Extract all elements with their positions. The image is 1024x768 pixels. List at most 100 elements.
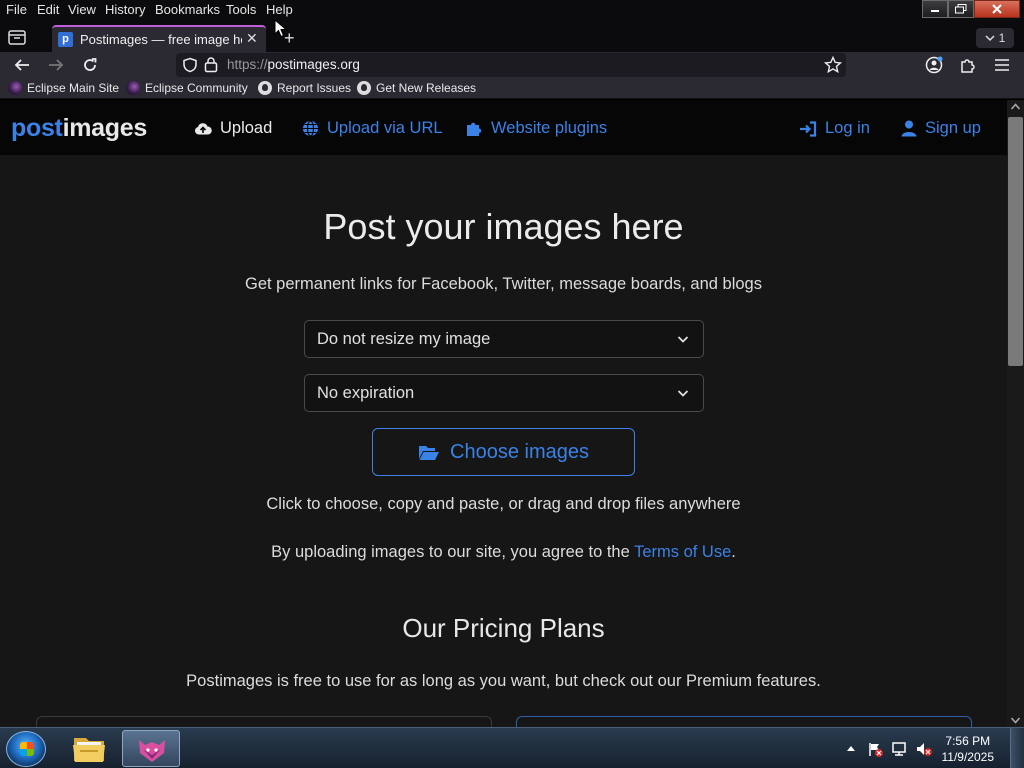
system-tray: 7:56 PM 11/9/2025: [840, 728, 1024, 768]
github-icon: [258, 81, 272, 95]
show-hidden-icons-chevron-icon[interactable]: [847, 745, 855, 751]
resize-select[interactable]: Do not resize my image: [304, 320, 704, 358]
forward-arrow-icon: [49, 59, 64, 71]
pricing-subtitle: Postimages is free to use for as long as…: [186, 672, 821, 690]
github-icon: [357, 81, 371, 95]
mouse-cursor-icon: [274, 19, 288, 38]
chevron-down-icon: [985, 35, 995, 42]
forward-button[interactable]: [46, 55, 66, 75]
menu-view[interactable]: View: [68, 2, 96, 17]
page-title: Post your images here: [323, 206, 684, 247]
chevron-down-icon: [677, 336, 689, 343]
menu-history[interactable]: History: [105, 2, 145, 17]
site-header: postimages Upload Upload via URL Website…: [0, 100, 1007, 155]
account-button[interactable]: [924, 55, 944, 75]
app-menu-button[interactable]: [992, 55, 1012, 75]
menu-bar: File Edit View History Bookmarks Tools H…: [0, 0, 1024, 22]
menu-bookmarks[interactable]: Bookmarks: [155, 2, 220, 17]
volume-muted-icon[interactable]: [915, 741, 933, 757]
bookmark-star-icon[interactable]: [824, 56, 842, 74]
show-desktop-button[interactable]: [1010, 728, 1024, 768]
sign-in-icon: [800, 120, 817, 137]
terms-agreement-text: By uploading images to our site, you agr…: [271, 543, 736, 561]
scroll-up-arrow-icon[interactable]: [1011, 103, 1020, 110]
clock-date: 11/9/2025: [941, 750, 995, 764]
web-page: postimages Upload Upload via URL Website…: [0, 100, 1007, 727]
address-bar[interactable]: https://postimages.org: [176, 53, 846, 77]
folder-open-icon: [419, 445, 440, 460]
eclipse-icon: [8, 81, 22, 95]
firefox-icon: [139, 740, 165, 762]
website-plugins-link[interactable]: Website plugins: [465, 119, 607, 138]
close-icon: [992, 4, 1002, 14]
scrollbar-thumb[interactable]: [1008, 117, 1023, 366]
resize-select-value: Do not resize my image: [317, 330, 491, 348]
back-arrow-icon: [14, 59, 29, 71]
menu-edit[interactable]: Edit: [37, 2, 59, 17]
expiration-select-value: No expiration: [317, 384, 415, 402]
terms-of-use-link[interactable]: Terms of Use: [634, 543, 731, 561]
close-window-button[interactable]: [974, 0, 1020, 18]
page-subtitle: Get permanent links for Facebook, Twitte…: [245, 275, 762, 293]
menu-tools[interactable]: Tools: [226, 2, 256, 17]
network-icon[interactable]: [891, 741, 909, 757]
pricing-title: Our Pricing Plans: [402, 613, 605, 643]
upload-via-url-link[interactable]: Upload via URL: [302, 119, 443, 138]
upload-link[interactable]: Upload: [194, 119, 272, 138]
postimages-favicon-icon: p: [58, 32, 73, 47]
reload-icon: [84, 58, 97, 71]
tab-strip: p Postimages — free image hosting ✕ + 1: [0, 22, 1024, 52]
lock-icon[interactable]: [204, 56, 218, 73]
tracking-shield-icon[interactable]: [182, 57, 198, 73]
pricing-card-free: [36, 716, 492, 727]
bookmark-report-issues[interactable]: Report Issues: [258, 81, 351, 95]
bookmark-eclipse-main-site[interactable]: Eclipse Main Site: [8, 81, 119, 95]
bookmark-eclipse-community[interactable]: Eclipse Community: [126, 81, 248, 95]
action-center-flag-icon[interactable]: [867, 741, 883, 757]
extensions-button[interactable]: [958, 55, 978, 75]
menu-help[interactable]: Help: [266, 2, 293, 17]
windows-taskbar: 7:56 PM 11/9/2025: [0, 727, 1024, 768]
tab-list-icon: [8, 30, 26, 45]
close-tab-icon[interactable]: ✕: [246, 30, 258, 47]
scroll-down-arrow-icon[interactable]: [1011, 717, 1020, 724]
bookmarks-toolbar: Eclipse Main Site Eclipse Community Repo…: [0, 78, 1024, 99]
tab-title: Postimages — free image hosting: [80, 32, 242, 47]
chevron-down-icon: [677, 390, 689, 397]
back-button[interactable]: [12, 55, 32, 75]
url-text[interactable]: https://postimages.org: [227, 57, 360, 72]
start-button[interactable]: [6, 731, 46, 767]
user-icon: [901, 120, 917, 137]
pricing-card-premium: [516, 716, 972, 727]
hamburger-menu-icon: [995, 59, 1009, 71]
page-scrollbar[interactable]: [1007, 100, 1024, 727]
choose-images-button[interactable]: Choose images: [372, 428, 635, 476]
tab-count-button[interactable]: 1: [976, 28, 1014, 48]
cloud-upload-icon: [195, 123, 212, 135]
reload-button[interactable]: [80, 55, 100, 75]
minimize-icon: [931, 10, 939, 12]
navigation-bar: https://postimages.org: [0, 52, 1024, 78]
puzzle-piece-icon: [961, 59, 975, 73]
tab-postimages[interactable]: p Postimages — free image hosting ✕: [52, 25, 266, 52]
taskbar-firefox[interactable]: [122, 730, 180, 767]
eclipse-icon: [126, 81, 140, 95]
log-in-link[interactable]: Log in: [799, 119, 870, 138]
expiration-select[interactable]: No expiration: [304, 374, 704, 412]
taskbar-file-explorer[interactable]: [66, 732, 112, 766]
menu-file[interactable]: File: [6, 2, 27, 17]
postimages-logo[interactable]: postimages: [11, 114, 147, 143]
upload-hint-text: Click to choose, copy and paste, or drag…: [266, 495, 741, 513]
bookmark-get-new-releases[interactable]: Get New Releases: [357, 81, 476, 95]
minimize-button[interactable]: [922, 0, 948, 18]
folder-icon: [73, 738, 105, 762]
restore-icon: [955, 4, 967, 14]
puzzle-piece-icon: [467, 122, 482, 136]
taskbar-clock[interactable]: 7:56 PM 11/9/2025: [942, 733, 995, 765]
tab-list-button[interactable]: [6, 28, 32, 48]
sign-up-link[interactable]: Sign up: [901, 119, 981, 138]
globe-icon: [303, 120, 318, 137]
restore-button[interactable]: [948, 0, 974, 18]
window-controls: [922, 0, 1020, 19]
account-icon: [925, 56, 943, 74]
